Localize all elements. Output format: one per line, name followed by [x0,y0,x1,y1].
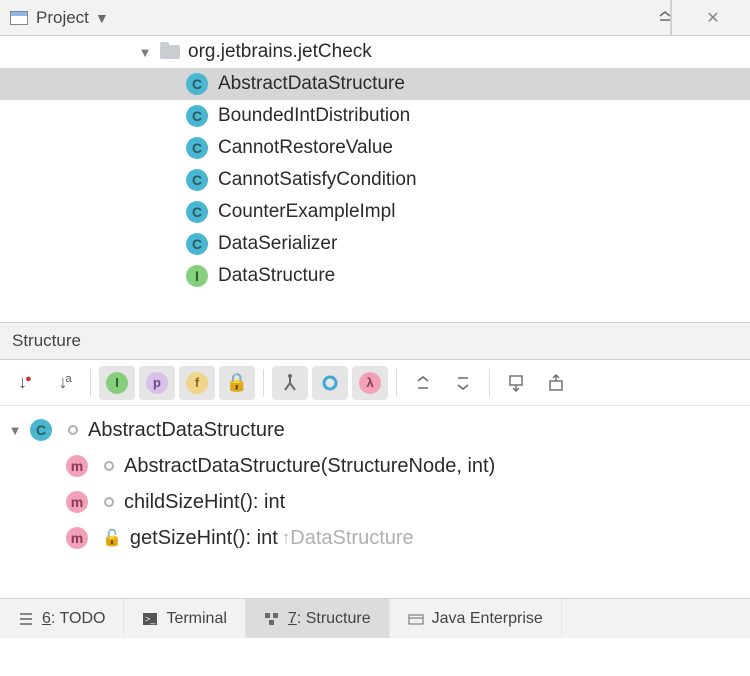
show-inherited-button[interactable] [272,366,308,400]
bottom-tab-label: Java Enterprise [432,610,543,628]
visibility-package-icon [104,497,114,507]
folder-icon [160,45,180,59]
sort-by-visibility-button[interactable]: ↓● [6,366,42,400]
tool-window-icon [10,11,28,25]
autoscroll-to-source-button[interactable] [498,366,534,400]
class-icon: C [186,137,208,159]
structure-title: Structure [12,331,81,351]
lock-icon: 🔒 [226,372,248,393]
divider [396,369,397,397]
svg-text:>_: >_ [145,614,156,624]
structure-node-label: AbstractDataStructure [88,419,285,442]
tree-class-node[interactable]: C CounterExampleImpl [0,196,750,228]
bottom-tab-terminal[interactable]: >_ Terminal [124,599,245,638]
terminal-icon: >_ [142,612,158,626]
structure-node-label: childSizeHint(): int [124,491,285,514]
editor-tab[interactable]: ✕ [671,0,750,35]
bottom-tab-structure[interactable]: 7: Structure [246,599,390,638]
override-up-icon: ↑ [282,528,291,548]
visibility-public-icon: 🔓 [102,528,122,548]
tree-class-node[interactable]: I DataStructure [0,260,750,292]
divider [263,369,264,397]
structure-toolbar: ↓● ↓a I p f 🔒 λ [0,360,750,406]
tree-package-node[interactable]: ▼ org.jetbrains.jetCheck [0,36,750,68]
tree-class-node[interactable]: C CannotRestoreValue [0,132,750,164]
bottom-tab-label: Terminal [166,610,226,628]
method-icon: m [66,455,88,477]
tree-node-label: CounterExampleImpl [218,201,395,223]
bottom-tab-java-enterprise[interactable]: Java Enterprise [390,599,562,638]
interface-icon: I [186,265,208,287]
structure-node-label: AbstractDataStructure(StructureNode, int… [124,455,495,478]
jee-icon [408,612,424,626]
structure-tool-window-header: Structure [0,322,750,360]
inherited-from-label: DataStructure [290,527,413,550]
tree-class-node[interactable]: C DataSerializer [0,228,750,260]
show-fields-button[interactable]: f [179,366,215,400]
chevron-down-icon[interactable]: ▼ [138,45,152,60]
bottom-tab-label: 7: Structure [288,610,371,628]
project-tool-window-header: Project ▼ [0,0,750,36]
show-interfaces-button[interactable]: I [99,366,135,400]
tree-node-label: DataStructure [218,265,335,287]
project-view-title[interactable]: Project [36,8,89,28]
collapse-all-button[interactable] [445,366,481,400]
bottom-tab-label: 6: TODO [42,610,105,628]
tree-class-node[interactable]: C BoundedIntDistribution [0,100,750,132]
sort-alphabetically-button[interactable]: ↓a [46,366,82,400]
class-icon: C [186,233,208,255]
chevron-down-icon[interactable]: ▼ [8,423,22,438]
structure-icon [264,612,280,626]
structure-member-node[interactable]: m childSizeHint(): int [0,484,750,520]
tree-node-label: CannotRestoreValue [218,137,393,159]
show-properties-button[interactable]: p [139,366,175,400]
method-icon: m [66,527,88,549]
show-non-public-button[interactable]: 🔒 [219,366,255,400]
class-icon: C [186,73,208,95]
tree-class-node[interactable]: C AbstractDataStructure [0,68,750,100]
class-icon: C [30,419,52,441]
bottom-tab-todo[interactable]: 6: TODO [0,599,124,638]
class-icon: C [186,105,208,127]
class-icon: C [186,201,208,223]
tree-class-node[interactable]: C CannotSatisfyCondition [0,164,750,196]
tree-node-label: AbstractDataStructure [218,73,405,95]
tree-node-label: org.jetbrains.jetCheck [188,41,372,63]
structure-member-node[interactable]: m AbstractDataStructure(StructureNode, in… [0,448,750,484]
visibility-package-icon [68,425,78,435]
structure-tree[interactable]: ▼ C AbstractDataStructure mAbstractDataS… [0,406,750,598]
divider [90,369,91,397]
show-lambdas-button[interactable]: λ [352,366,388,400]
autoscroll-from-source-button[interactable] [538,366,574,400]
method-icon: m [66,491,88,513]
list-icon [18,612,34,626]
editor-tabstrip: ✕ [671,0,750,36]
class-icon: C [186,169,208,191]
bottom-tool-window-bar: 6: TODO >_ Terminal 7: Structure Java Enterp… [0,598,750,638]
tree-node-label: DataSerializer [218,233,337,255]
tree-node-label: CannotSatisfyCondition [218,169,417,191]
chevron-down-icon[interactable]: ▼ [95,10,109,26]
structure-member-node[interactable]: m 🔓 getSizeHint(): int ↑DataStructure [0,520,750,556]
structure-node-label: getSizeHint(): int [130,527,278,550]
tree-node-label: BoundedIntDistribution [218,105,410,127]
divider [489,369,490,397]
expand-all-button[interactable] [405,366,441,400]
visibility-package-icon [104,461,114,471]
structure-class-node[interactable]: ▼ C AbstractDataStructure [0,412,750,448]
project-tree[interactable]: ▼ org.jetbrains.jetCheck C AbstractDataSt… [0,36,750,322]
show-anonymous-button[interactable] [312,366,348,400]
close-icon[interactable]: ✕ [706,8,719,28]
